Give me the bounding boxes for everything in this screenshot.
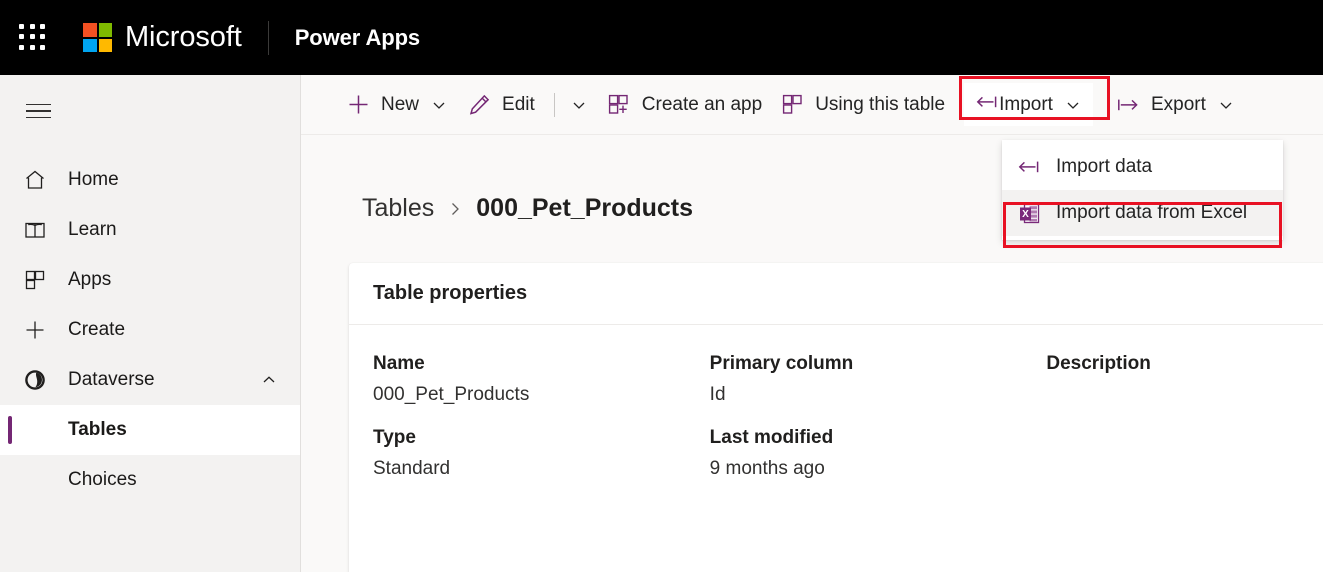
apps-grid-icon: [22, 267, 48, 293]
property-label: Last modified: [709, 427, 834, 448]
import-dropdown-menu: Import data X Import data from Excel: [1002, 140, 1283, 240]
edit-button-label: Edit: [502, 93, 535, 115]
header-divider: [267, 20, 269, 55]
breadcrumb-current-table: 000_Pet_Products: [476, 194, 694, 222]
sidebar-item-dataverse[interactable]: Dataverse: [0, 355, 300, 405]
app-title[interactable]: Power Apps: [295, 25, 420, 51]
using-table-icon: [780, 93, 804, 117]
split-divider: [553, 92, 555, 117]
breadcrumb-tables[interactable]: Tables: [362, 194, 434, 223]
menu-item-label: Import data: [1056, 156, 1153, 177]
chevron-right-icon: [448, 202, 462, 216]
new-button[interactable]: New: [337, 84, 458, 126]
property-value: Id: [709, 384, 726, 405]
properties-column: Description: [1022, 353, 1323, 501]
properties-column: Primary column Id Last modified 9 months…: [686, 353, 1023, 501]
chevron-down-icon[interactable]: [1063, 95, 1083, 115]
property-value: 000_Pet_Products: [373, 384, 530, 405]
left-sidebar: Home Learn Apps Create Dataverse Tables …: [0, 75, 301, 572]
import-arrow-icon: [1016, 154, 1042, 180]
import-button-wrapper: Import: [959, 76, 1111, 126]
menu-item-import-data[interactable]: Import data: [1002, 144, 1283, 190]
sidebar-item-label: Apps: [68, 269, 112, 290]
menu-item-label: Import data from Excel: [1056, 202, 1248, 223]
sidebar-item-label: Home: [68, 169, 119, 190]
create-an-app-button[interactable]: Create an app: [598, 84, 771, 126]
import-button-label: Import: [999, 93, 1053, 115]
property-label: Description: [1046, 353, 1151, 374]
card-header: Table properties: [349, 263, 1323, 325]
dataverse-icon: [22, 367, 48, 393]
import-arrow-icon: [975, 90, 999, 119]
export-button-label: Export: [1150, 93, 1206, 115]
microsoft-logo-icon: [83, 23, 112, 52]
pencil-icon: [467, 93, 491, 117]
properties-column: Name 000_Pet_Products Type Standard: [349, 353, 686, 501]
property-label: Type: [373, 427, 416, 448]
home-icon: [22, 167, 48, 193]
property-value: 9 months ago: [709, 458, 825, 479]
export-arrow-icon: [1116, 93, 1140, 117]
hamburger-menu-icon[interactable]: [14, 87, 62, 135]
card-title: Table properties: [373, 282, 528, 304]
sidebar-item-label: Learn: [68, 219, 117, 240]
chevron-down-icon[interactable]: [569, 95, 589, 115]
svg-text:X: X: [1022, 209, 1029, 220]
export-button[interactable]: Export: [1107, 84, 1245, 126]
plus-icon: [346, 93, 370, 117]
chevron-up-icon[interactable]: [262, 373, 276, 387]
using-this-table-button[interactable]: Using this table: [771, 84, 954, 126]
edit-button[interactable]: Edit: [458, 84, 544, 126]
chevron-down-icon[interactable]: [429, 95, 449, 115]
top-header-bar: Microsoft Power Apps: [0, 0, 1323, 75]
sidebar-item-label: Dataverse: [68, 369, 155, 390]
menu-item-import-data-from-excel[interactable]: X Import data from Excel: [1002, 190, 1283, 236]
sidebar-item-tables[interactable]: Tables: [0, 405, 300, 455]
import-button[interactable]: Import: [964, 83, 1093, 126]
create-an-app-label: Create an app: [641, 93, 763, 115]
sidebar-item-create[interactable]: Create: [0, 305, 300, 355]
sidebar-item-apps[interactable]: Apps: [0, 255, 300, 305]
plus-icon: [22, 317, 48, 343]
app-launcher-icon[interactable]: [19, 23, 47, 52]
edit-split-button: Edit: [458, 84, 598, 126]
properties-grid: Name 000_Pet_Products Type Standard Prim…: [349, 325, 1323, 501]
sidebar-item-label: Choices: [68, 469, 137, 490]
using-this-table-label: Using this table: [815, 93, 946, 115]
create-app-icon: [607, 93, 631, 117]
property-label: Primary column: [709, 353, 854, 374]
sidebar-item-label: Create: [68, 319, 126, 340]
excel-icon: X: [1016, 200, 1042, 226]
command-bar: New Edit Create an app Using this table …: [301, 75, 1323, 135]
property-label: Name: [373, 353, 425, 374]
property-value: Standard: [373, 458, 451, 479]
sidebar-item-learn[interactable]: Learn: [0, 205, 300, 255]
brand-name: Microsoft: [125, 21, 242, 53]
sidebar-item-label: Tables: [68, 419, 127, 440]
sidebar-nav: Home Learn Apps Create Dataverse Tables …: [0, 155, 300, 505]
table-properties-card: Table properties Name 000_Pet_Products T…: [349, 263, 1323, 572]
chevron-down-icon[interactable]: [1216, 95, 1236, 115]
book-icon: [22, 217, 48, 243]
sidebar-item-home[interactable]: Home: [0, 155, 300, 205]
sidebar-item-choices[interactable]: Choices: [0, 455, 300, 505]
microsoft-logo[interactable]: Microsoft: [83, 21, 242, 54]
new-button-label: New: [381, 93, 420, 115]
